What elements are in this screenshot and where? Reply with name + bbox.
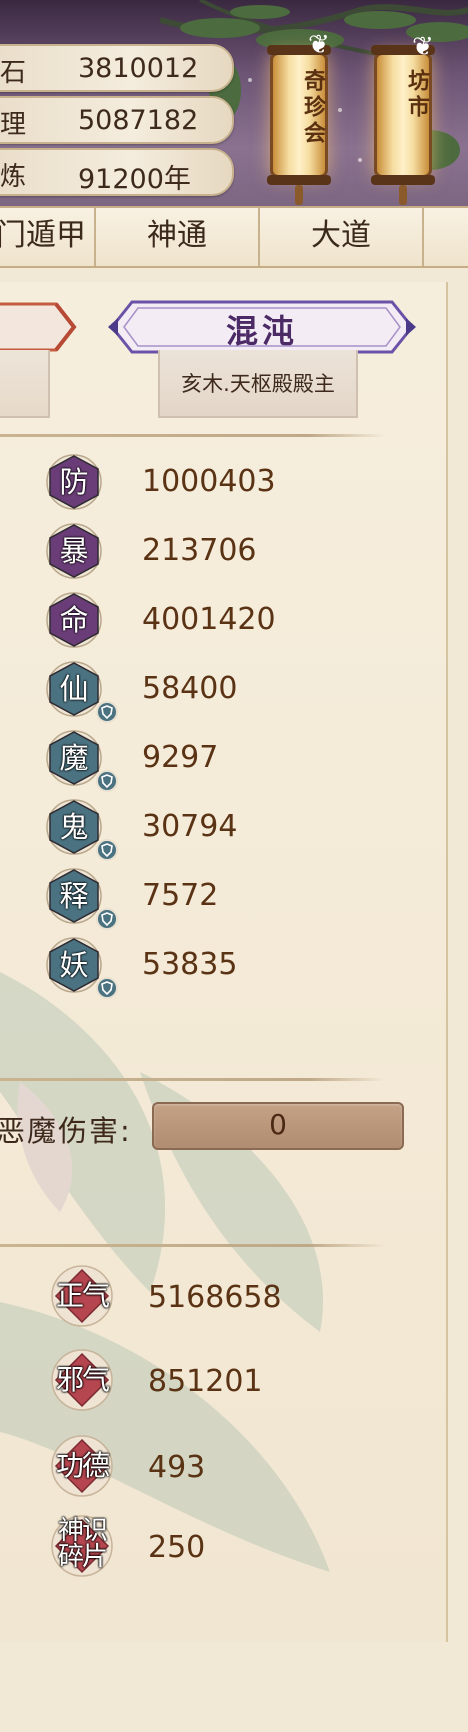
lantern-label: 奇珍会 <box>300 69 325 147</box>
divider <box>0 1244 386 1247</box>
qi-badge-icon: 神识 碎片 <box>50 1514 114 1578</box>
attribute-value: 213706 <box>142 533 257 568</box>
lantern-market-button[interactable]: 坊市 <box>371 45 435 205</box>
qi-value: 493 <box>148 1450 206 1485</box>
attribute-hexagon-icon: 鬼 <box>46 799 102 855</box>
attribute-char: 释 <box>59 879 89 913</box>
divider <box>0 434 386 437</box>
attribute-hexagon-icon: 仙 <box>46 661 102 717</box>
realm-name: 混沌 <box>225 312 298 350</box>
attribute-char: 命 <box>59 603 89 637</box>
stats-panel: 混沌 亥木.天枢殿殿主 防 1000403 暴 213706 命 4001420 仙 5840… <box>0 282 448 1642</box>
resource-value: 3810012 <box>78 53 199 84</box>
qi-value: 5168658 <box>148 1280 282 1315</box>
qi-badge-icon: 功德 <box>50 1434 114 1498</box>
realm-tab-previous[interactable] <box>0 300 78 354</box>
butterfly-icon: ❦ <box>308 30 330 60</box>
resource-value: 91200年 <box>78 164 191 195</box>
attribute-hexagon-icon: 暴 <box>46 523 102 579</box>
attribute-char: 仙 <box>59 672 89 706</box>
attribute-hexagon-icon: 命 <box>46 592 102 648</box>
resource-row-li: 理 5087182 <box>0 96 234 144</box>
attribute-char: 鬼 <box>59 810 89 844</box>
attribute-value: 9297 <box>142 740 219 775</box>
realm-card-previous <box>0 350 50 418</box>
attribute-char: 妖 <box>59 948 89 982</box>
tab-shentong[interactable]: 神通 <box>96 208 260 266</box>
tab-dadao[interactable]: 大道 <box>260 208 424 266</box>
attribute-value: 7572 <box>142 878 219 913</box>
shield-icon <box>96 977 118 999</box>
qi-value: 851201 <box>148 1364 263 1399</box>
attribute-value: 53835 <box>142 947 238 982</box>
resource-row-lian: 炼 91200年 <box>0 148 234 196</box>
resource-banner: 石 3810012 理 5087182 炼 91200年 奇珍会 坊市 ❦ ❦ <box>0 0 468 212</box>
qi-label: 邪气 <box>55 1363 110 1396</box>
shield-icon <box>96 908 118 930</box>
attribute-value: 30794 <box>142 809 238 844</box>
attribute-value: 4001420 <box>142 602 276 637</box>
resource-row-stone: 石 3810012 <box>0 44 234 92</box>
resource-glyph: 石 <box>0 58 27 88</box>
resource-glyph: 炼 <box>0 162 27 192</box>
qi-badge-icon: 邪气 <box>50 1348 114 1412</box>
tab-bar: 门遁甲 神通 大道 <box>0 206 468 268</box>
attribute-char: 暴 <box>59 534 89 568</box>
shield-icon <box>96 839 118 861</box>
qi-label: 正气 <box>55 1279 110 1312</box>
demon-damage-value: 0 <box>269 1108 287 1141</box>
realm-title: 亥木.天枢殿殿主 <box>181 372 335 396</box>
attribute-value: 1000403 <box>142 464 276 499</box>
shield-icon <box>96 770 118 792</box>
demon-damage-label: 恶魔伤害: <box>0 1114 132 1148</box>
attribute-hexagon-icon: 魔 <box>46 730 102 786</box>
attribute-value: 58400 <box>142 671 238 706</box>
butterfly-icon: ❦ <box>412 32 434 62</box>
attribute-char: 魔 <box>59 741 89 775</box>
attribute-char: 防 <box>59 465 89 499</box>
attribute-hexagon-icon: 妖 <box>46 937 102 993</box>
resource-value: 5087182 <box>78 105 199 136</box>
demon-damage-value-box: 0 <box>152 1102 404 1150</box>
resource-glyph: 理 <box>0 110 27 140</box>
attribute-hexagon-icon: 防 <box>46 454 102 510</box>
tab-qimen-dunjia[interactable]: 门遁甲 <box>0 208 96 266</box>
attribute-hexagon-icon: 释 <box>46 868 102 924</box>
realm-title-card: 亥木.天枢殿殿主 <box>158 350 358 418</box>
lantern-treasure-auction-button[interactable]: 奇珍会 <box>267 45 331 205</box>
qi-badge-icon: 正气 <box>50 1264 114 1328</box>
divider <box>0 1078 386 1081</box>
qi-label: 功德 <box>55 1449 110 1482</box>
shield-icon <box>96 701 118 723</box>
lantern-label: 坊市 <box>404 69 429 121</box>
qi-label: 神识 碎片 <box>57 1516 108 1572</box>
qi-value: 250 <box>148 1530 206 1565</box>
